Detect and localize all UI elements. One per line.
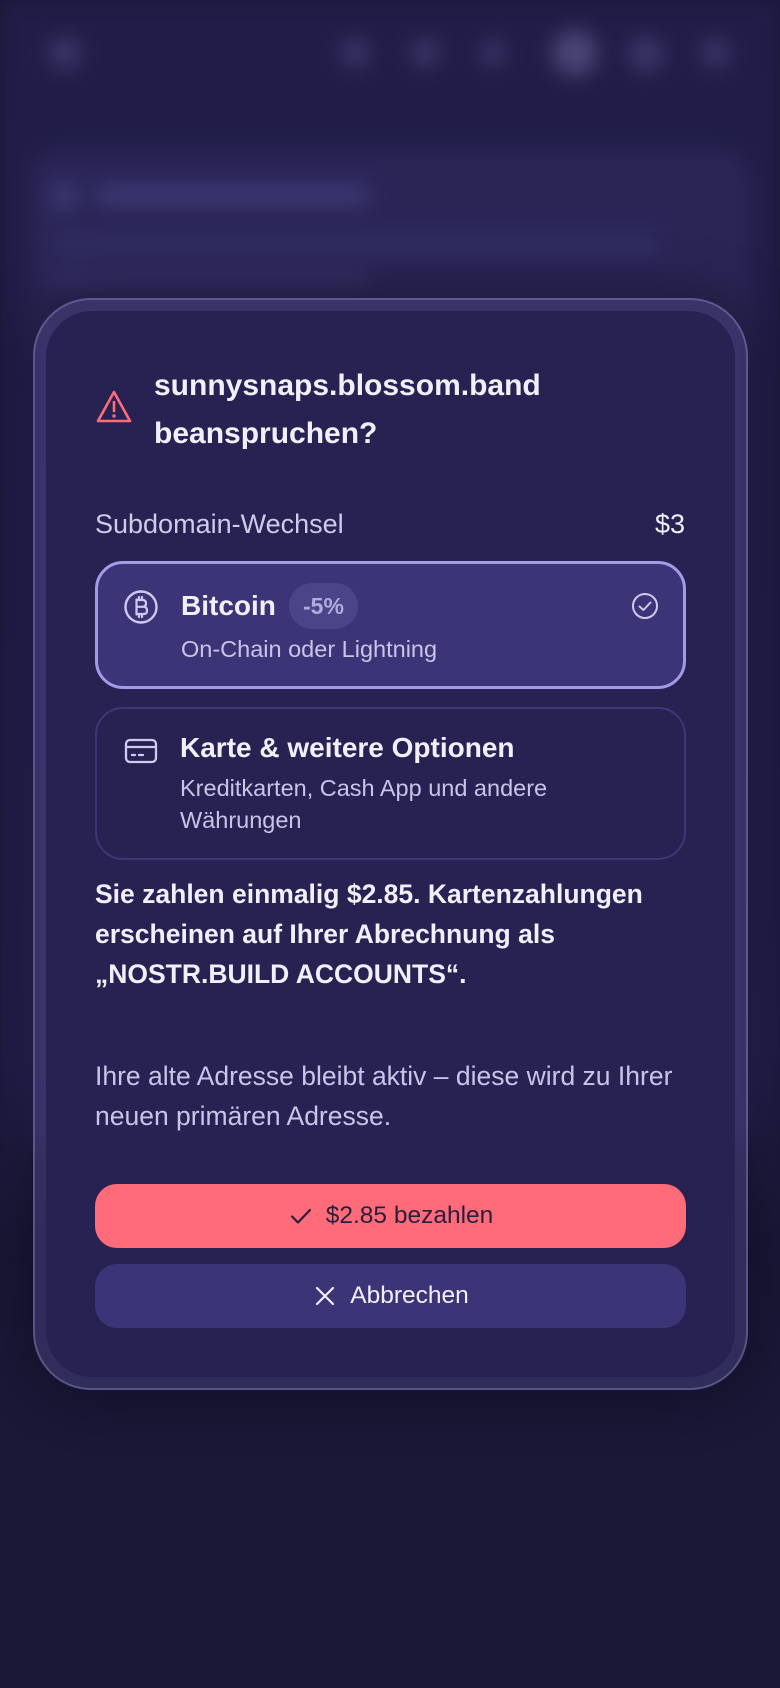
option-description-card: Kreditkarten, Cash App und andere Währun… bbox=[180, 775, 548, 833]
option-title-card: Karte & weitere Optionen bbox=[180, 732, 515, 763]
discount-badge: -5% bbox=[289, 583, 358, 629]
close-icon bbox=[316, 1286, 335, 1306]
background-header bbox=[0, 0, 780, 110]
pay-button[interactable]: $2.85 bezahlen bbox=[95, 1184, 686, 1248]
pay-button-label: $2.85 bezahlen bbox=[325, 1202, 494, 1229]
option-description-bitcoin: On-Chain oder Lightning bbox=[181, 636, 438, 662]
selected-check-icon bbox=[632, 593, 658, 619]
cancel-button-label: Abbrechen bbox=[350, 1282, 469, 1309]
option-title-bitcoin: Bitcoin bbox=[181, 590, 276, 621]
cancel-button[interactable]: Abbrechen bbox=[95, 1264, 686, 1328]
billing-note: Sie zahlen einmalig $2.85. Kartenzahlung… bbox=[95, 879, 643, 989]
bitcoin-icon bbox=[124, 590, 158, 624]
credit-card-icon bbox=[124, 738, 158, 764]
check-icon bbox=[290, 1208, 311, 1224]
payment-option-bitcoin[interactable]: Bitcoin -5% On-Chain oder Lightning bbox=[95, 561, 686, 689]
dialog-title: sunnysnaps.blossom.band beanspruchen? bbox=[154, 369, 541, 450]
warning-icon bbox=[96, 390, 132, 423]
fee-row: Subdomain-Wechsel $3 bbox=[95, 506, 685, 542]
address-note: Ihre alte Adresse bleibt aktiv – diese w… bbox=[95, 1061, 673, 1131]
payment-option-card[interactable]: Karte & weitere Optionen Kreditkarten, C… bbox=[95, 707, 686, 860]
fee-price: $3 bbox=[654, 508, 685, 539]
fee-label: Subdomain-Wechsel bbox=[95, 508, 344, 539]
